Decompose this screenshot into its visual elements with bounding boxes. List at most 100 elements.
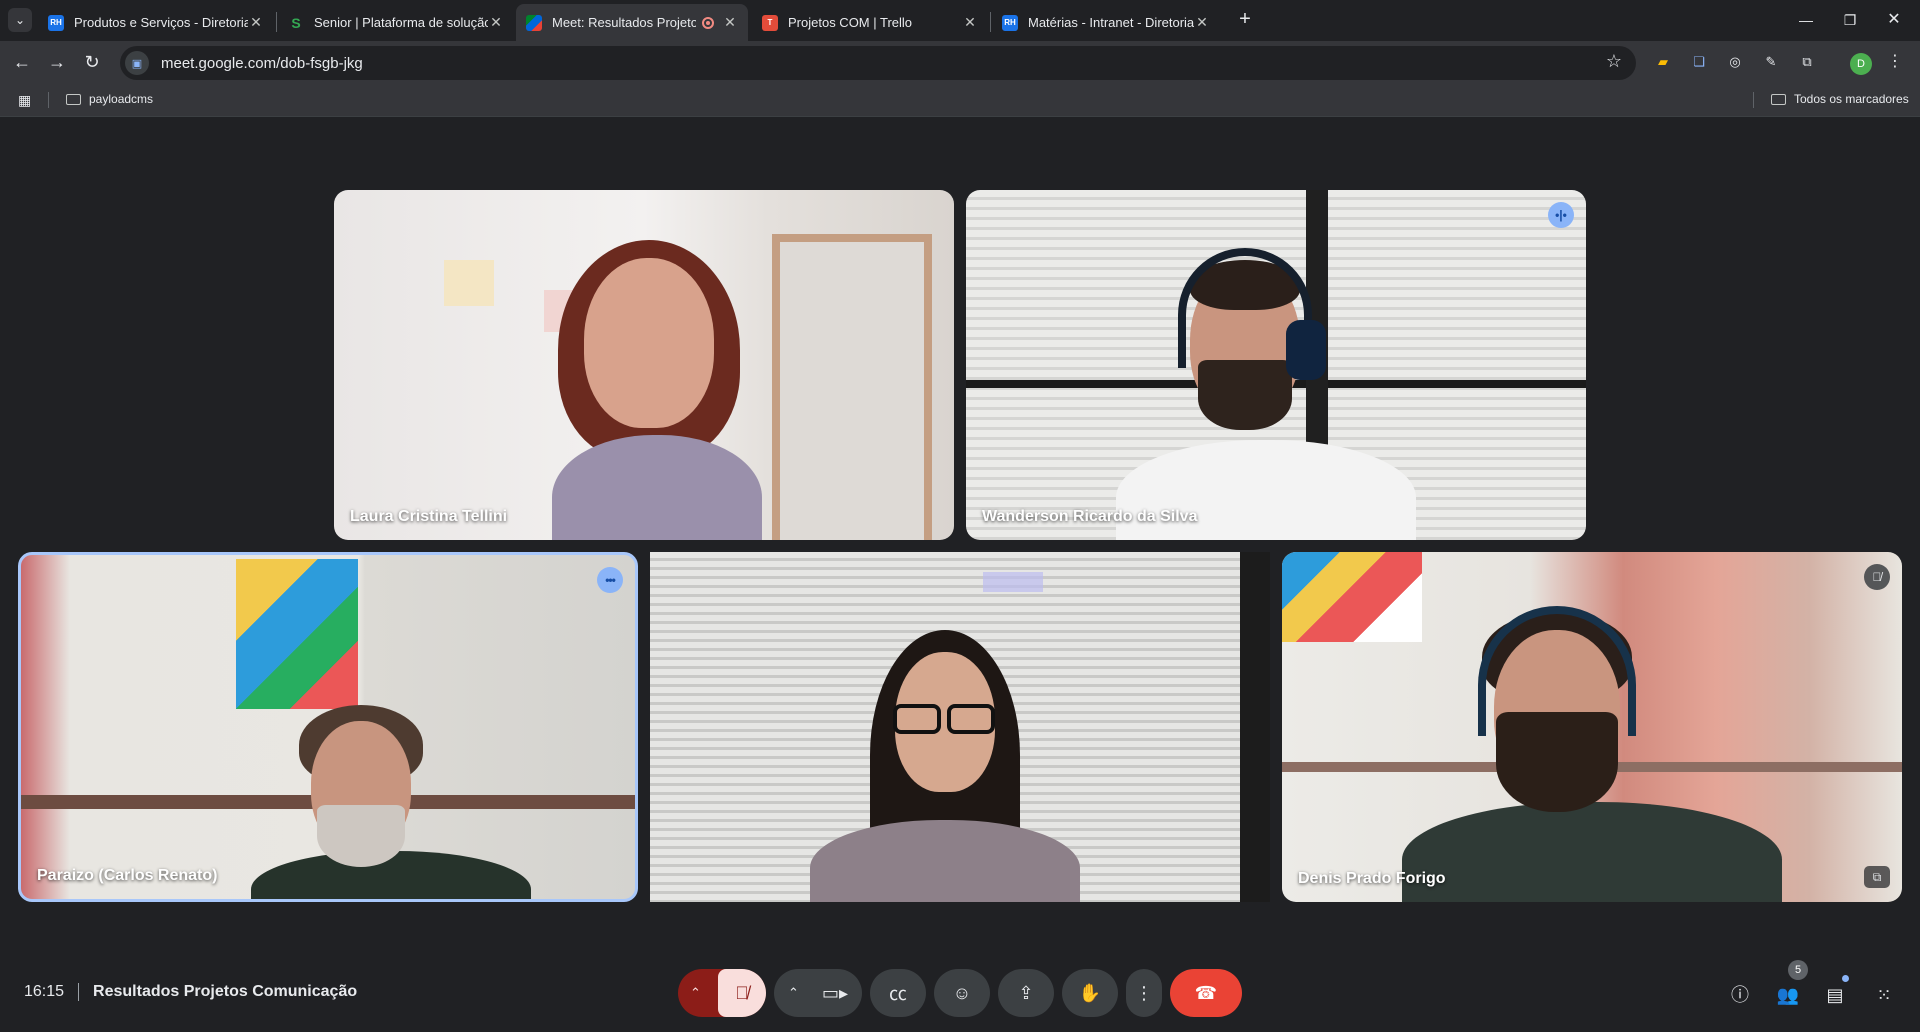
captions-button[interactable]: ㏄ — [870, 969, 926, 1017]
meet-control-bar: 16:15 Resultados Projetos Comunicação ⌃ … — [0, 955, 1920, 1032]
reload-icon: ↻ — [84, 52, 100, 72]
camera-control-group[interactable]: ⌃ ▭▸ — [774, 969, 862, 1017]
extension-screen-icon[interactable]: ◎ — [1726, 53, 1744, 71]
reactions-button[interactable]: ☺ — [934, 969, 990, 1017]
all-bookmarks-button[interactable]: Todos os marcadores — [1771, 92, 1909, 106]
folder-icon — [1771, 93, 1786, 105]
more-options-icon[interactable]: ••• — [597, 567, 623, 593]
tab-strip: ⌄ RH Produtos e Serviços - Diretoria ✕ S… — [0, 0, 1920, 41]
participant-tile[interactable]: 🎙̸ ⧉ Denis Prado Forigo — [1282, 552, 1902, 902]
meeting-time: 16:15 — [24, 983, 65, 1000]
new-tab-button[interactable]: + — [1233, 8, 1257, 32]
wall-painting — [1282, 552, 1422, 642]
extension-folder-icon[interactable]: ▰ — [1654, 53, 1672, 71]
more-options-button[interactable]: ⋮ — [1126, 969, 1162, 1017]
folder-icon — [66, 93, 81, 105]
bookmarks-bar: ▦ payloadcms Todos os marcadores — [0, 83, 1920, 117]
arrow-right-icon: → — [48, 52, 66, 72]
participant-count-badge: 5 — [1788, 960, 1808, 980]
bookmark-divider — [48, 92, 49, 108]
chevron-up-icon[interactable]: ⌃ — [690, 985, 701, 1001]
tab-title: Projetos COM | Trello — [788, 15, 913, 30]
mic-muted-icon: 🎙̸ — [1864, 564, 1890, 590]
close-window-button[interactable]: ✕ — [1882, 8, 1906, 32]
recording-icon — [702, 16, 714, 29]
extensions-puzzle-icon[interactable]: ⧉ — [1798, 53, 1816, 71]
emoji-icon: ☺ — [952, 982, 972, 1003]
captions-icon: ㏄ — [889, 984, 907, 1004]
close-icon[interactable]: ✕ — [488, 14, 504, 31]
tab-title: Senior | Plataforma de solução — [314, 15, 488, 30]
rh-favicon-icon: RH — [48, 14, 64, 31]
close-icon[interactable]: ✕ — [1194, 14, 1210, 31]
tab-produtos[interactable]: RH Produtos e Serviços - Diretoria ✕ — [38, 4, 274, 41]
participant-tile[interactable]: •|• Wanderson Ricardo da Silva — [966, 190, 1586, 540]
tab-trello[interactable]: T Projetos COM | Trello ✕ — [752, 4, 988, 41]
close-icon[interactable]: ✕ — [962, 14, 978, 31]
chevron-up-icon[interactable]: ⌃ — [788, 985, 799, 1001]
tab-title: Matérias - Intranet - Diretoria C — [1028, 15, 1194, 30]
tab-materias[interactable]: RH Matérias - Intranet - Diretoria C ✕ — [992, 4, 1220, 41]
bookmark-divider — [1753, 92, 1754, 108]
wall-painting — [236, 559, 358, 709]
end-call-icon: ☎ — [1194, 982, 1218, 1003]
tab-search-button[interactable]: ⌄ — [8, 8, 32, 32]
reload-button[interactable]: ↻ — [80, 50, 104, 74]
present-screen-icon: ⇪ — [1018, 982, 1034, 1003]
tab-title: Meet: Resultados Projetos C — [552, 15, 696, 30]
tab-title: Produtos e Serviços - Diretoria — [74, 15, 248, 30]
participant-tile-pinned[interactable]: ••• Paraizo (Carlos Renato) — [18, 552, 638, 902]
site-info-icon[interactable]: ▣ — [125, 51, 149, 75]
chat-notification-dot — [1842, 975, 1849, 982]
meet-favicon-icon: Meet — [526, 14, 542, 31]
close-icon: ✕ — [1887, 11, 1901, 28]
extension-translate-icon[interactable]: ❏ — [1690, 53, 1708, 71]
participant-tile[interactable]: Laura Cristina Tellini — [334, 190, 954, 540]
meeting-details-icon[interactable]: ⓘ — [1728, 983, 1752, 1007]
close-icon[interactable]: ✕ — [722, 14, 738, 31]
activities-grid-icon[interactable]: ⁙ — [1872, 983, 1896, 1007]
plus-icon: + — [1239, 8, 1251, 30]
forward-button[interactable]: → — [45, 50, 69, 74]
browser-menu-icon[interactable]: ⋮ — [1886, 53, 1904, 71]
restore-button[interactable]: ❐ — [1838, 8, 1862, 32]
people-icon[interactable]: 👥 — [1776, 983, 1800, 1007]
participant-name: Denis Prado Forigo — [1298, 870, 1446, 887]
back-button[interactable]: ← — [10, 50, 34, 74]
bookmark-star-icon[interactable]: ☆ — [1606, 51, 1622, 72]
profile-avatar[interactable]: D — [1850, 53, 1872, 75]
address-bar[interactable]: ▣ meet.google.com/dob-fsgb-jkg ☆ — [120, 46, 1636, 80]
participant-name: Paraizo (Carlos Renato) — [37, 867, 218, 884]
participant-tile[interactable] — [650, 552, 1270, 902]
apps-grid-icon[interactable]: ▦ — [18, 92, 31, 109]
door-frame — [772, 234, 932, 540]
tab-senior[interactable]: S Senior | Plataforma de solução ✕ — [278, 4, 514, 41]
mic-off-icon[interactable]: 🎙̸ — [718, 969, 766, 1017]
pip-icon[interactable]: ⧉ — [1864, 866, 1890, 888]
meeting-title: Resultados Projetos Comunicação — [93, 983, 358, 1000]
camera-icon[interactable]: ▭▸ — [822, 983, 848, 1004]
speaking-indicator-icon: •|• — [1548, 202, 1574, 228]
tab-meet[interactable]: Meet Meet: Resultados Projetos C ✕ — [516, 4, 748, 41]
present-button[interactable]: ⇪ — [998, 969, 1054, 1017]
wall-art — [444, 260, 494, 306]
tab-divider — [276, 12, 277, 32]
url-text[interactable]: meet.google.com/dob-fsgb-jkg — [161, 55, 363, 72]
extension-pen-icon[interactable]: ✎ — [1762, 53, 1780, 71]
divider — [78, 983, 80, 1001]
arrow-left-icon: ← — [13, 52, 31, 72]
raise-hand-button[interactable]: ✋ — [1062, 969, 1118, 1017]
minimize-button[interactable]: — — [1794, 8, 1818, 32]
window-frame — [1240, 552, 1270, 902]
chat-icon[interactable]: ▤ — [1823, 983, 1847, 1007]
bookmark-payloadcms[interactable]: payloadcms — [66, 92, 153, 106]
leave-call-button[interactable]: ☎ — [1170, 969, 1242, 1017]
close-icon[interactable]: ✕ — [248, 14, 264, 31]
rh-favicon-icon: RH — [1002, 14, 1018, 31]
chevron-down-icon: ⌄ — [14, 13, 26, 27]
mic-control-group[interactable]: ⌃ 🎙̸ — [678, 969, 766, 1017]
light-patch — [983, 572, 1043, 592]
participant-name: Laura Cristina Tellini — [350, 508, 508, 525]
meet-stage: Laura Cristina Tellini •|• Wanderson Ric… — [0, 118, 1920, 1032]
bookmark-label: payloadcms — [89, 92, 154, 106]
